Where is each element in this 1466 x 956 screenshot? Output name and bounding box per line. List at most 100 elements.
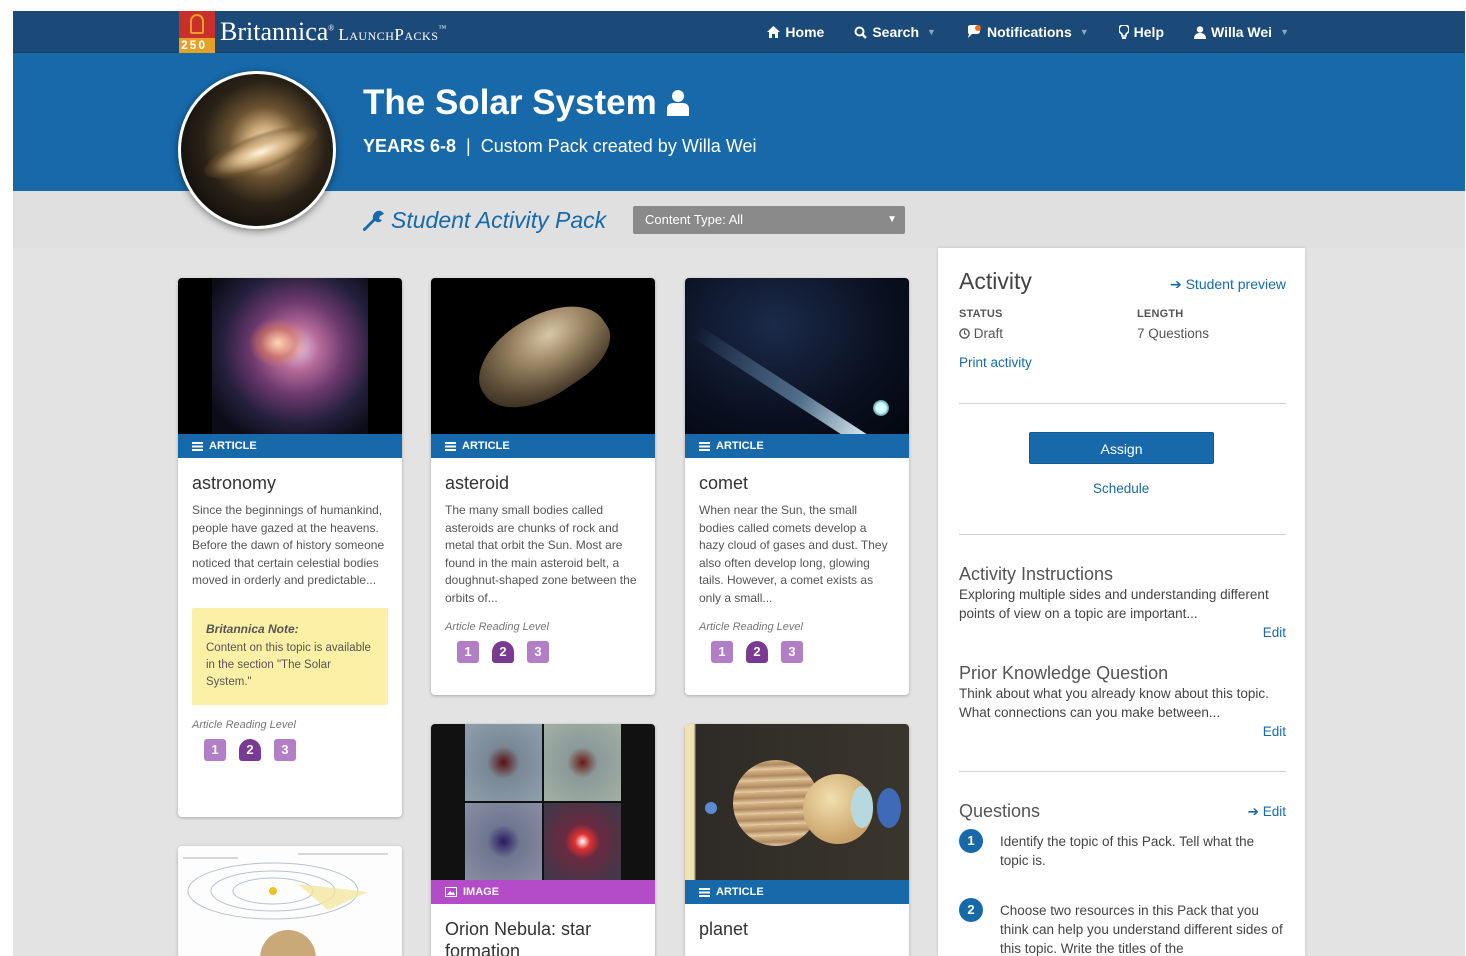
neptune-shape: [877, 788, 901, 828]
nebula-glow: [248, 318, 308, 368]
subtitle-separator: |: [466, 136, 471, 156]
article-ribbon: ARTICLE: [685, 434, 909, 458]
length-value: 7 Questions: [1137, 326, 1210, 341]
card-title[interactable]: asteroid: [431, 458, 655, 494]
clock-icon: [959, 328, 970, 339]
nav-home[interactable]: Home: [767, 24, 824, 40]
content-type-value: Content Type: All: [645, 212, 744, 227]
student-activity-pack-link[interactable]: Student Activity Pack: [363, 207, 606, 234]
card-title[interactable]: astronomy: [178, 458, 402, 494]
trademark-mark: ™: [438, 23, 447, 33]
reading-level-1[interactable]: 1: [711, 641, 733, 663]
nav-search-label: Search: [872, 24, 920, 40]
nav-search[interactable]: Search ▼: [854, 24, 936, 40]
list-icon: [192, 441, 203, 451]
nebula-panel-1: [465, 724, 542, 801]
wrench-icon: [363, 210, 384, 231]
reading-level-2-selected[interactable]: 2: [746, 641, 768, 663]
orbit-diagram-image: [178, 846, 402, 956]
nebula-panel-3: [465, 803, 542, 880]
arrow-right-icon: ➔: [1169, 276, 1182, 292]
app-page: 250 Britannica® LaunchPacks™ Home Search …: [13, 11, 1465, 956]
britannica-note: Britannica Note: Content on this topic i…: [192, 607, 388, 705]
card-description: Since the beginnings of humankind, peopl…: [192, 503, 385, 587]
reading-level-label: Article Reading Level: [445, 621, 549, 633]
length-label: LENGTH: [1137, 308, 1184, 320]
planets-diagram-image: [685, 724, 909, 880]
list-icon: [699, 887, 710, 897]
pack-content: ARTICLE astronomy Since the beginnings o…: [13, 248, 1465, 956]
activity-instructions-title: Activity Instructions: [959, 564, 1114, 584]
reading-level-3[interactable]: 3: [274, 738, 296, 761]
reading-level-3[interactable]: 3: [527, 641, 549, 663]
earth-shape: [705, 802, 717, 814]
edit-instructions-link[interactable]: Edit: [1263, 625, 1286, 640]
nav-notifications[interactable]: Notifications ▼: [966, 24, 1089, 40]
questions-title: Questions: [959, 801, 1041, 821]
reading-level-selector: 1 2 3: [178, 731, 402, 761]
card-description: The many small bodies called asteroids a…: [445, 503, 637, 605]
reading-level-selector: 1 2 3: [431, 633, 655, 663]
britannica-250-badge-logo[interactable]: 250: [179, 11, 215, 53]
thistle-emblem-icon: [190, 14, 204, 34]
nav-help[interactable]: Help: [1118, 24, 1164, 40]
chat-bubble-icon: [967, 25, 981, 38]
picture-icon: [445, 887, 457, 897]
pack-avatar-galaxy-image: [178, 71, 336, 229]
student-activity-pack-label: Student Activity Pack: [391, 207, 607, 233]
chevron-down-icon: ▼: [1079, 27, 1089, 37]
article-ribbon: ARTICLE: [178, 434, 402, 458]
grade-level: YEARS 6-8: [363, 136, 457, 156]
nav-user-label: Willa Wei: [1211, 24, 1273, 40]
reading-level-2-selected[interactable]: 2: [239, 738, 261, 761]
reading-level-selector: 1 2 3: [685, 633, 909, 663]
card-title[interactable]: planet: [685, 904, 909, 940]
comet-tail: [691, 325, 875, 434]
assign-button[interactable]: Assign: [1029, 432, 1214, 464]
asteroid-shape: [462, 283, 624, 429]
orbit-diagram-graphic: [183, 853, 388, 956]
list-icon: [699, 441, 710, 451]
top-navbar: 250 Britannica® LaunchPacks™ Home Search …: [13, 11, 1465, 53]
activity-panel: Activity ➔ Student preview STATUS Draft …: [938, 248, 1305, 956]
card-description: When near the Sun, the small bodies call…: [699, 503, 888, 605]
ribbon-label: ARTICLE: [462, 440, 510, 452]
reading-level-1[interactable]: 1: [457, 641, 479, 663]
print-activity-link[interactable]: Print activity: [959, 355, 1032, 370]
edit-questions-link[interactable]: ➔ Edit: [1248, 804, 1286, 820]
student-preview-link[interactable]: ➔ Student preview: [1170, 276, 1286, 293]
resource-card-orion-nebula[interactable]: IMAGE Orion Nebula: star formation: [431, 724, 655, 956]
pack-title: The Solar System: [363, 83, 657, 122]
nav-help-label: Help: [1133, 24, 1164, 40]
resource-card-astronomy[interactable]: ARTICLE astronomy Since the beginnings o…: [178, 278, 402, 817]
product-name: LaunchPacks: [338, 25, 439, 44]
note-title: Britannica Note:: [206, 621, 299, 636]
prior-knowledge-text: Think about what you already know about …: [959, 686, 1269, 720]
resource-card-planet[interactable]: ARTICLE planet: [685, 724, 909, 956]
reading-level-1[interactable]: 1: [204, 738, 226, 761]
nebula-panel-2: [544, 724, 621, 801]
schedule-link[interactable]: Schedule: [1093, 481, 1149, 496]
edit-prior-knowledge-link[interactable]: Edit: [1263, 724, 1286, 739]
card-title[interactable]: comet: [685, 458, 909, 494]
reading-level-3[interactable]: 3: [781, 641, 803, 663]
brand-logo-text[interactable]: Britannica® LaunchPacks™: [220, 17, 446, 47]
caret-down-icon: ▼: [887, 214, 897, 225]
resource-card-orbit-diagram[interactable]: [178, 846, 402, 956]
comet-head: [873, 400, 889, 416]
uranus-shape: [851, 786, 873, 828]
question-text: Identify the topic of this Pack. Tell wh…: [1000, 834, 1255, 868]
card-title[interactable]: Orion Nebula: star formation: [431, 904, 655, 956]
lightbulb-icon: [1118, 25, 1129, 39]
asteroid-image: [431, 278, 655, 434]
reading-level-label: Article Reading Level: [699, 621, 803, 633]
content-type-select[interactable]: Content Type: All ▼: [633, 206, 905, 234]
article-ribbon: ARTICLE: [431, 434, 655, 458]
resource-card-comet[interactable]: ARTICLE comet When near the Sun, the sma…: [685, 278, 909, 695]
resource-card-asteroid[interactable]: ARTICLE asteroid The many small bodies c…: [431, 278, 655, 695]
reading-level-2-selected[interactable]: 2: [492, 641, 514, 663]
nav-user-menu[interactable]: Willa Wei ▼: [1194, 24, 1289, 40]
edit-questions-label: Edit: [1262, 804, 1286, 819]
main-nav: Home Search ▼ Notifications ▼ Help Willa…: [767, 11, 1289, 53]
search-icon: [854, 26, 868, 39]
